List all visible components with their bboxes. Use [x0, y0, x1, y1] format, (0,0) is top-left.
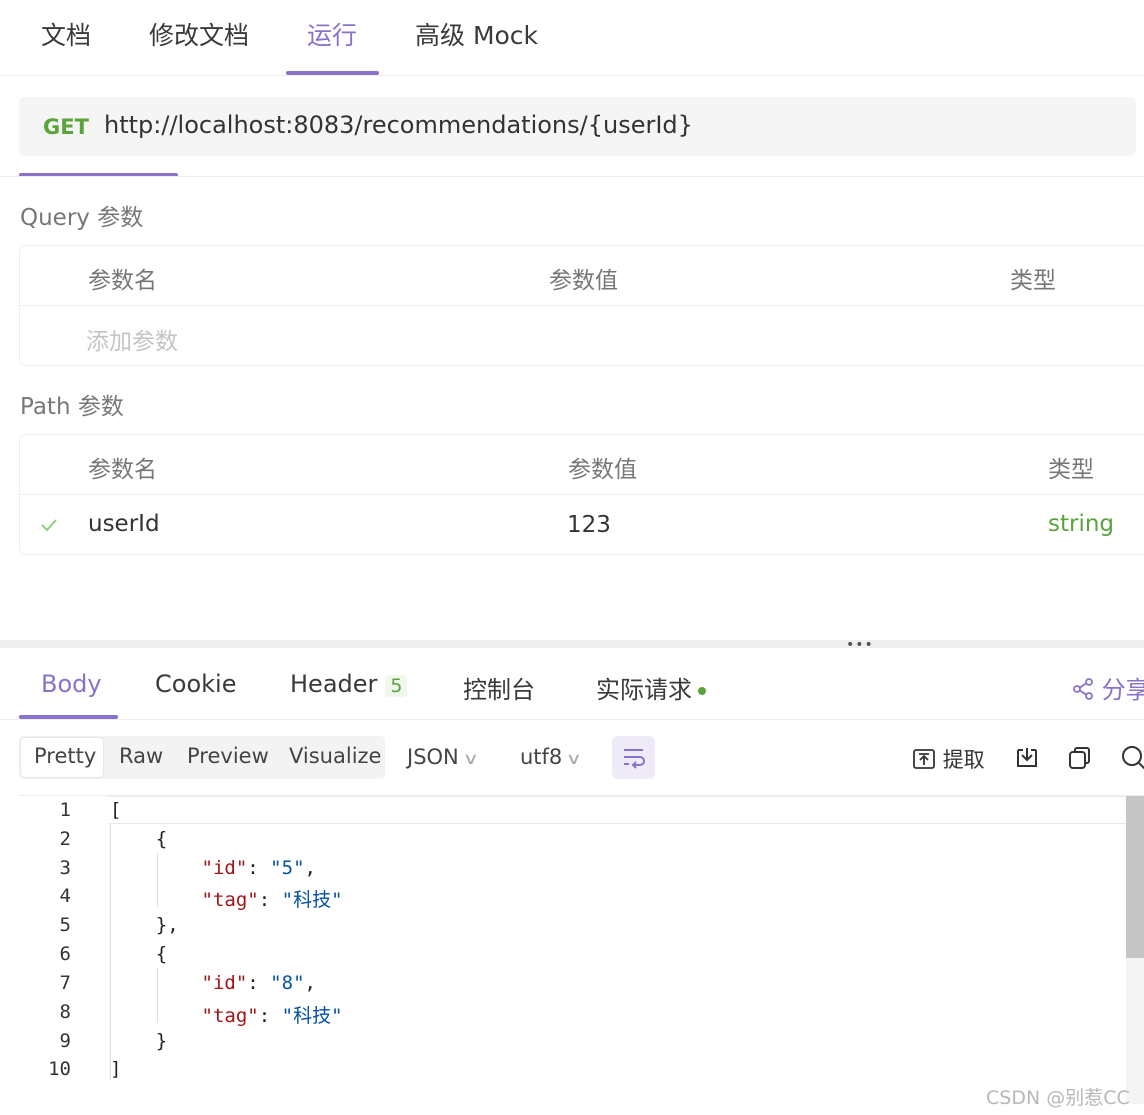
code-line: "tag": "科技"	[201, 889, 343, 911]
share-button[interactable]: 分享	[1072, 670, 1144, 705]
header-count-badge: 5	[385, 675, 408, 697]
http-method[interactable]: GET	[43, 115, 89, 139]
query-params-table: 参数名 参数值 类型 添加参数	[19, 245, 1144, 366]
panel-splitter[interactable]	[0, 640, 1144, 648]
wrap-icon	[624, 749, 645, 769]
active-tab-indicator	[19, 715, 118, 719]
word-wrap-button[interactable]	[612, 736, 655, 779]
tab-console[interactable]: 控制台	[463, 670, 535, 705]
table-header: 参数名 参数值 类型	[20, 246, 1144, 306]
format-pretty[interactable]: Pretty	[34, 744, 96, 768]
request-url-bar[interactable]: GET http://localhost:8083/recommendation…	[19, 97, 1136, 156]
param-name: userId	[88, 511, 160, 537]
code-line: "id": "5",	[201, 857, 316, 879]
chevron-down-icon: ∨	[462, 749, 479, 768]
vertical-scrollbar[interactable]	[1126, 796, 1144, 1104]
format-raw[interactable]: Raw	[119, 744, 163, 768]
watermark: CSDN @别惹CC	[986, 1087, 1130, 1109]
column-header-value: 参数值	[568, 457, 637, 483]
format-visualize[interactable]: Visualize	[289, 744, 381, 768]
column-header-value: 参数值	[549, 268, 618, 294]
response-type-value: JSON	[407, 745, 459, 769]
extract-label: 提取	[942, 748, 985, 772]
tab-header[interactable]: Header 5	[290, 670, 408, 698]
param-type[interactable]: string	[1048, 511, 1114, 537]
tab-actual-request[interactable]: 实际请求	[596, 670, 706, 705]
format-toggle-group: Pretty Raw Preview Visualize	[19, 736, 385, 779]
tab-actual-request-label: 实际请求	[596, 676, 692, 704]
path-params-title: Path 参数	[20, 394, 124, 420]
line-number: 10	[48, 1058, 71, 1080]
json-value: 8	[281, 972, 294, 994]
line-number: 8	[59, 1001, 71, 1023]
check-icon[interactable]	[40, 517, 58, 533]
json-value: 科技	[293, 1005, 332, 1027]
line-number: 4	[59, 885, 71, 907]
line-number: 1	[59, 799, 71, 821]
query-params-title: Query 参数	[20, 205, 144, 231]
json-value: 5	[281, 857, 294, 879]
json-value: 科技	[293, 889, 332, 911]
chevron-down-icon: ∨	[565, 749, 583, 768]
column-header-name: 参数名	[88, 268, 157, 294]
code-line: "id": "8",	[201, 972, 316, 994]
line-number: 9	[59, 1030, 71, 1052]
scrollbar-thumb[interactable]	[1126, 796, 1144, 958]
extract-icon	[913, 749, 935, 769]
code-line: ]	[110, 1058, 122, 1080]
param-value[interactable]: 123	[567, 512, 611, 538]
tab-docs[interactable]: 文档	[41, 16, 91, 52]
format-preview[interactable]: Preview	[187, 744, 269, 768]
column-header-type: 类型	[1048, 457, 1094, 483]
response-body-viewer[interactable]: 1 2 3 4 5 6 7 8 9 10 [ { "id": "5", "tag…	[19, 795, 1144, 1104]
tab-advanced-mock[interactable]: 高级 Mock	[415, 16, 538, 52]
code-line: },	[110, 914, 179, 936]
response-tab-bar: Body Cookie Header 5 控制台 实际请求 分享	[0, 648, 1144, 720]
request-url[interactable]: http://localhost:8083/recommendations/{u…	[104, 111, 693, 139]
line-number: 2	[59, 828, 71, 850]
tab-body[interactable]: Body	[41, 670, 102, 698]
add-param-input[interactable]: 添加参数	[86, 322, 178, 356]
path-params-table: 参数名 参数值 类型 userId 123 string	[19, 434, 1144, 555]
search-icon[interactable]	[1120, 744, 1144, 772]
line-number: 6	[59, 943, 71, 965]
code-line: [	[110, 799, 122, 821]
encoding-select[interactable]: utf8 ∨	[520, 745, 583, 769]
code-line: {	[110, 943, 168, 965]
code-line: {	[110, 828, 168, 850]
download-icon[interactable]	[1013, 744, 1041, 772]
tab-run[interactable]: 运行	[307, 16, 357, 52]
column-header-type: 类型	[1010, 268, 1056, 294]
response-type-select[interactable]: JSON ∨	[407, 745, 479, 769]
current-line-highlight	[109, 796, 1126, 824]
tab-edit-docs[interactable]: 修改文档	[149, 16, 249, 52]
line-number: 5	[59, 914, 71, 936]
tab-cookie[interactable]: Cookie	[155, 670, 236, 698]
tab-header-label: Header	[290, 670, 378, 698]
code-line: "tag": "科技"	[201, 1005, 343, 1027]
share-label: 分享	[1101, 676, 1144, 704]
line-number: 7	[59, 972, 71, 994]
line-number: 3	[59, 857, 71, 879]
table-header: 参数名 参数值 类型	[20, 435, 1144, 495]
code-line: }	[110, 1030, 168, 1052]
encoding-value: utf8	[520, 745, 563, 769]
active-tab-indicator	[286, 71, 379, 75]
share-icon	[1073, 678, 1093, 700]
top-tab-bar: 文档 修改文档 运行 高级 Mock	[0, 0, 1144, 76]
status-dot	[698, 687, 706, 695]
extract-button[interactable]: 提取	[912, 744, 985, 774]
divider	[0, 176, 1144, 177]
copy-icon[interactable]	[1066, 744, 1094, 772]
column-header-name: 参数名	[88, 457, 157, 483]
